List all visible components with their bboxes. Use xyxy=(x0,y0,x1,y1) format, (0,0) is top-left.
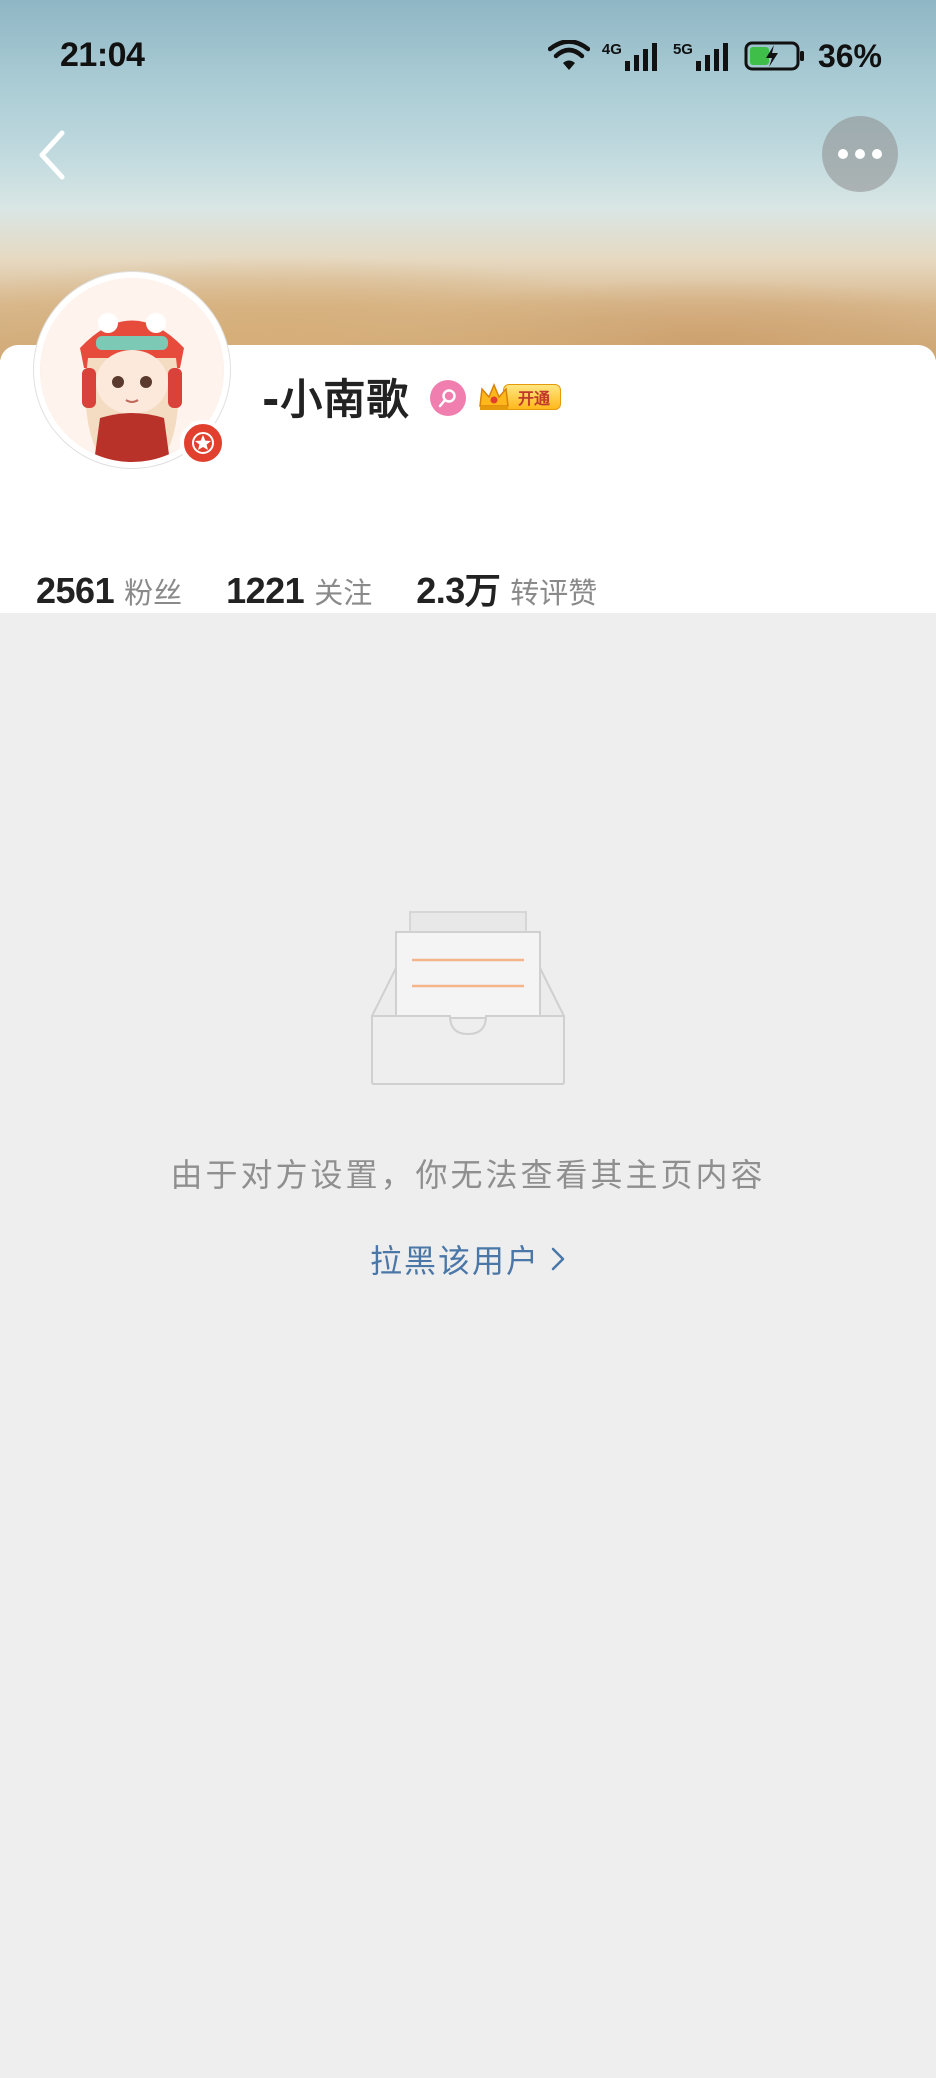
signal-bars-icon xyxy=(624,43,657,71)
female-icon xyxy=(430,380,466,416)
battery-percent: 36% xyxy=(817,37,882,74)
status-bar: 21:04 4G 5G 36% xyxy=(0,0,936,110)
restricted-message: 由于对方设置，你无法查看其主页内容 xyxy=(170,1156,766,1194)
stat-value: 2.3万 xyxy=(416,570,501,611)
chevron-right-icon xyxy=(551,1247,565,1271)
more-button[interactable] xyxy=(822,116,898,192)
more-dots-icon xyxy=(838,149,882,159)
status-time: 21:04 xyxy=(60,36,145,74)
battery-charging-icon xyxy=(744,41,804,71)
stat-followers[interactable]: 2561 粉丝 xyxy=(36,570,182,612)
network-label-1: 4G xyxy=(601,41,622,58)
profile-stats: 2561 粉丝 1221 关注 2.3万 转评赞 xyxy=(36,562,641,614)
wifi-icon xyxy=(547,40,590,70)
username: -小南歌 xyxy=(262,375,410,424)
stat-label: 关注 xyxy=(314,576,373,610)
empty-inbox-icon xyxy=(371,911,565,1085)
stat-likes[interactable]: 2.3万 转评赞 xyxy=(416,562,597,614)
crown-icon xyxy=(479,383,509,410)
status-icons: 4G 5G 36% xyxy=(547,36,882,76)
block-user-link[interactable]: 拉黑该用户 xyxy=(0,1236,936,1282)
stat-value: 2561 xyxy=(36,570,115,611)
chevron-left-icon xyxy=(39,130,65,180)
signal-4g: 4G xyxy=(602,41,661,71)
signal-5g: 5G xyxy=(673,41,732,71)
signal-bars-icon xyxy=(695,43,728,71)
stat-value: 1221 xyxy=(226,570,305,611)
network-label-2: 5G xyxy=(672,41,693,58)
stat-label: 粉丝 xyxy=(124,576,183,610)
vip-open-button[interactable]: 开通 xyxy=(477,380,565,414)
stat-following[interactable]: 1221 关注 xyxy=(226,570,372,612)
verified-badge-icon xyxy=(180,420,226,466)
block-user-label: 拉黑该用户 xyxy=(369,1242,540,1280)
stat-label: 转评赞 xyxy=(510,576,598,610)
vip-open-label: 开通 xyxy=(503,384,562,410)
back-button[interactable] xyxy=(22,120,82,190)
